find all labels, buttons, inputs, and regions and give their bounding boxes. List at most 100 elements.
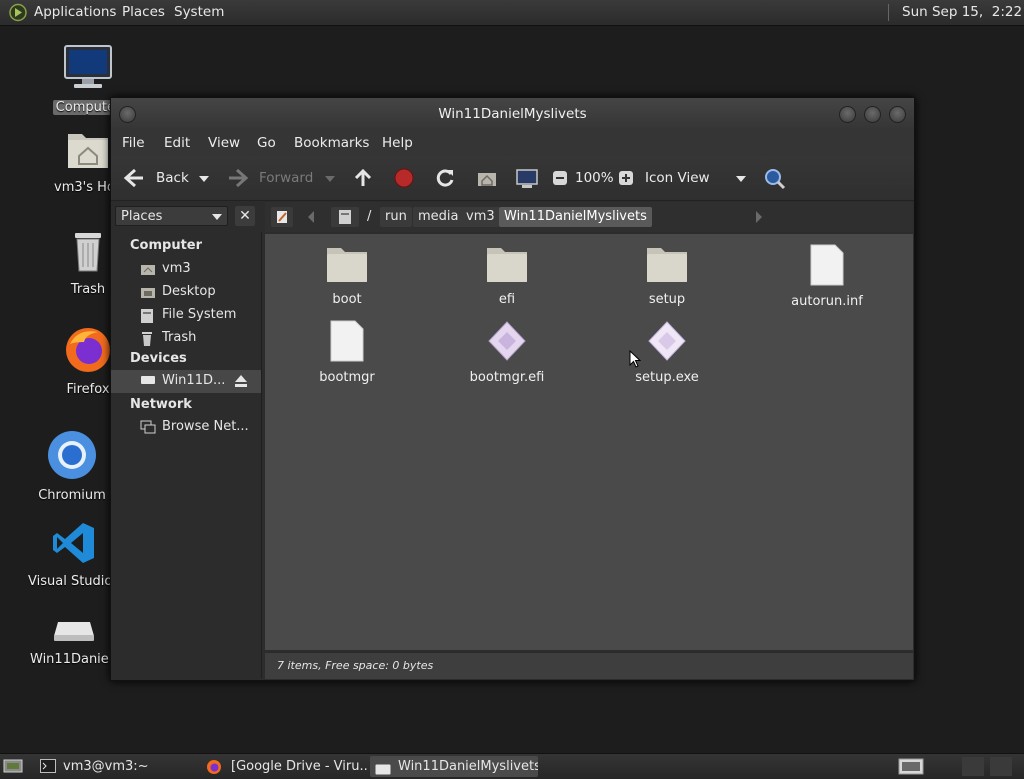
forward-history-dropdown-icon[interactable]: [325, 172, 335, 187]
document-icon: [330, 320, 364, 362]
applications-menu[interactable]: Applications: [34, 4, 116, 20]
view-mode-select[interactable]: Icon View: [645, 170, 710, 186]
sidebar-item-browse-network[interactable]: Browse Net...: [111, 416, 261, 439]
taskbar-item-firefox[interactable]: [Google Drive - Viru...: [204, 756, 368, 777]
up-arrow-icon[interactable]: [353, 168, 373, 192]
sidebar-item-desktop[interactable]: Desktop: [111, 281, 261, 304]
file-item-bootmgr-main[interactable]: bootmgr: [282, 320, 412, 385]
system-menu[interactable]: System: [174, 4, 224, 20]
drive-icon: [50, 618, 98, 648]
reload-icon[interactable]: [435, 168, 455, 192]
executable-icon: [488, 321, 526, 361]
file-name: efi: [498, 292, 516, 307]
file-item-setup-exe[interactable]: setup.exe: [602, 320, 732, 385]
zoom-in-icon[interactable]: [618, 170, 634, 190]
file-item-setup-folder[interactable]: setup: [602, 244, 732, 307]
terminal-icon: [40, 759, 56, 777]
clock[interactable]: Sun Sep 15, 2:22 PM: [902, 4, 1024, 20]
desktop-icon-label: Visual Studio Code: [28, 574, 123, 589]
filesystem-icon: [339, 210, 351, 224]
computer-icon[interactable]: [515, 168, 539, 194]
folder-icon: [647, 248, 687, 282]
window-titlebar[interactable]: Win11DanielMyslivets: [111, 98, 914, 130]
places-menu[interactable]: Places: [122, 4, 165, 20]
chromium-icon: [47, 430, 97, 484]
breadcrumb-media[interactable]: media: [413, 207, 464, 227]
file-name: setup.exe: [635, 370, 699, 385]
trash-icon: [140, 331, 154, 351]
desktop-icon-vscode[interactable]: Visual Studio Code: [24, 520, 124, 593]
stop-icon[interactable]: [394, 168, 414, 192]
folder-icon: [327, 248, 367, 282]
desktop-icon: [140, 285, 156, 303]
path-scroll-right-icon[interactable]: [755, 211, 763, 227]
window-title: Win11DanielMyslivets: [438, 106, 587, 122]
panel-separator: [888, 4, 889, 21]
sidebar-item-label: Desktop: [162, 284, 216, 299]
menu-edit[interactable]: Edit: [164, 135, 190, 151]
edit-path-icon[interactable]: [271, 207, 293, 227]
desktop-icon-label: Firefox: [66, 382, 110, 397]
desktop-icon-drive[interactable]: Win11DanielMyslivets: [24, 618, 124, 671]
file-item-efi[interactable]: efi: [442, 244, 572, 307]
search-icon[interactable]: [764, 168, 786, 194]
maximize-button[interactable]: [864, 106, 881, 123]
show-desktop-icon[interactable]: [3, 758, 23, 778]
close-sidebar-icon[interactable]: ✕: [235, 206, 255, 226]
taskbar-item-label: [Google Drive - Viru...: [231, 759, 368, 774]
view-mode-dropdown-icon[interactable]: [736, 172, 746, 187]
bottom-panel: vm3@vm3:~ [Google Drive - Viru... Win11D…: [0, 753, 1024, 779]
workspace-switcher-icon[interactable]: [898, 758, 924, 779]
file-name: setup: [648, 292, 686, 307]
zoom-level[interactable]: 100%: [575, 170, 614, 186]
breadcrumb-run[interactable]: run: [380, 207, 412, 227]
taskbar-item-terminal[interactable]: vm3@vm3:~: [36, 756, 200, 777]
menu-bookmarks[interactable]: Bookmarks: [294, 135, 369, 151]
path-scroll-left-icon[interactable]: [307, 211, 315, 227]
home-icon[interactable]: [476, 168, 498, 192]
sidebar-item-vm3[interactable]: vm3: [111, 258, 261, 281]
vscode-icon: [51, 520, 97, 570]
close-button[interactable]: [889, 106, 906, 123]
forward-arrow-icon[interactable]: [227, 168, 249, 192]
desktop-icon-chromium[interactable]: Chromium: [22, 430, 122, 503]
executable-icon: [648, 321, 686, 361]
eject-icon[interactable]: [234, 374, 248, 392]
breadcrumb-current[interactable]: Win11DanielMyslivets: [499, 207, 652, 227]
file-name: autorun.inf: [791, 294, 863, 309]
panel-applet-icon[interactable]: [990, 757, 1012, 776]
file-item-autorun-inf[interactable]: autorun.inf: [762, 244, 892, 309]
trash-applet-icon[interactable]: [962, 757, 984, 776]
menu-file[interactable]: File: [122, 135, 145, 151]
back-arrow-icon[interactable]: [123, 168, 145, 192]
gnome-foot-icon[interactable]: [8, 3, 28, 26]
zoom-out-icon[interactable]: [552, 170, 568, 190]
file-item-boot[interactable]: boot: [282, 244, 412, 307]
sidebar-section-devices: Devices: [130, 351, 187, 366]
desktop-icon-label: Trash: [70, 282, 106, 297]
taskbar-item-file-manager[interactable]: Win11DanielMyslivets: [370, 756, 538, 777]
file-view: boot efi setup autorun.inf bootmgr bootm…: [265, 234, 913, 650]
menu-help[interactable]: Help: [382, 135, 413, 151]
breadcrumb-root[interactable]: [331, 207, 359, 227]
drive-icon: [375, 761, 391, 777]
breadcrumb-vm3[interactable]: vm3: [461, 207, 500, 227]
sidebar-item-win11-drive[interactable]: Win11D...: [111, 370, 261, 393]
sidebar-item-file-system[interactable]: File System: [111, 304, 261, 327]
menu-view[interactable]: View: [208, 135, 240, 151]
sidebar-selector[interactable]: Places: [115, 206, 228, 226]
status-bar: 7 items, Free space: 0 bytes: [265, 652, 913, 679]
file-item-bootmgr-efi[interactable]: bootmgr.efi: [442, 320, 572, 385]
minimize-button[interactable]: [839, 106, 856, 123]
sidebar-item-trash[interactable]: Trash: [111, 327, 261, 350]
sidebar: Computer vm3 Desktop File System Trash D…: [111, 232, 262, 678]
firefox-icon: [64, 326, 112, 378]
menu-go[interactable]: Go: [257, 135, 276, 151]
forward-button[interactable]: Forward: [259, 170, 313, 186]
back-history-dropdown-icon[interactable]: [199, 172, 209, 187]
mouse-cursor-icon: [629, 349, 642, 372]
trash-icon: [68, 228, 108, 278]
back-button[interactable]: Back: [156, 170, 189, 186]
window-menu-button[interactable]: [119, 106, 136, 123]
sidebar-section-network: Network: [130, 397, 192, 412]
